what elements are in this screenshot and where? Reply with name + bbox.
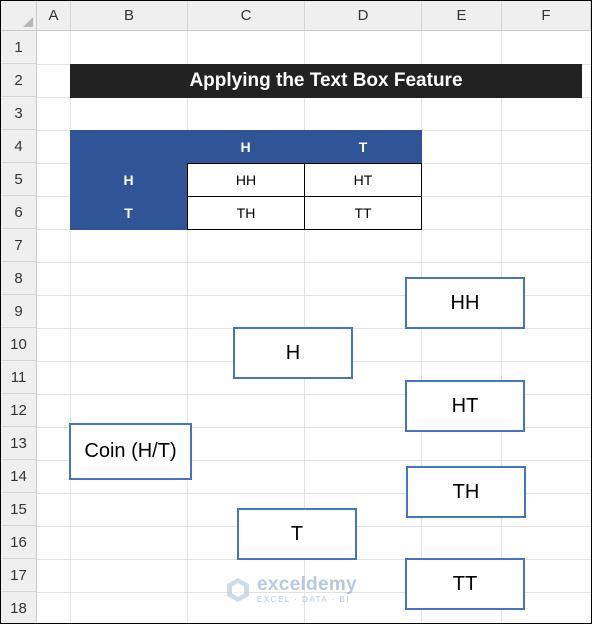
text-box-hh[interactable]: HH: [405, 277, 525, 329]
table-row-header-h[interactable]: H: [70, 163, 187, 197]
column-header-f[interactable]: F: [502, 1, 591, 31]
watermark-tagline: EXCEL · DATA · BI: [257, 595, 350, 604]
text-box-ht[interactable]: HT: [405, 380, 525, 432]
row-header-15[interactable]: 15: [1, 493, 37, 526]
row-header-18[interactable]: 18: [1, 592, 37, 623]
row-header-13[interactable]: 13: [1, 427, 37, 460]
sheet-title[interactable]: Applying the Text Box Feature: [70, 64, 582, 98]
row-header-6[interactable]: 6: [1, 196, 37, 229]
table-cell-ht[interactable]: HT: [304, 163, 422, 197]
spreadsheet: A B C D E F 1 2 3 4 5 6 7 8 9 10 11 12 1…: [0, 0, 592, 624]
row-header-17[interactable]: 17: [1, 559, 37, 592]
row-header-8[interactable]: 8: [1, 262, 37, 295]
table-col-header-h[interactable]: H: [187, 130, 304, 163]
text-box-h[interactable]: H: [233, 327, 353, 379]
gridline: [187, 31, 188, 623]
row-header-16[interactable]: 16: [1, 526, 37, 559]
text-box-t[interactable]: T: [237, 508, 357, 560]
row-header-11[interactable]: 11: [1, 361, 37, 394]
column-header-e[interactable]: E: [422, 1, 502, 31]
row-header-14[interactable]: 14: [1, 460, 37, 493]
column-header-a[interactable]: A: [37, 1, 71, 31]
table-cell-tt[interactable]: TT: [304, 196, 422, 230]
watermark-name: exceldemy: [257, 574, 357, 595]
row-header-1[interactable]: 1: [1, 31, 37, 64]
column-header-c[interactable]: C: [188, 1, 305, 31]
row-header-10[interactable]: 10: [1, 328, 37, 361]
row-header-4[interactable]: 4: [1, 130, 37, 163]
select-all-corner[interactable]: [1, 1, 37, 31]
table-cell-th[interactable]: TH: [187, 196, 305, 230]
row-header-7[interactable]: 7: [1, 229, 37, 262]
table-corner-cell[interactable]: [70, 130, 187, 163]
text-box-th[interactable]: TH: [406, 466, 526, 518]
column-header-d[interactable]: D: [305, 1, 422, 31]
row-header-2[interactable]: 2: [1, 64, 37, 97]
row-header-12[interactable]: 12: [1, 394, 37, 427]
text-box-coin[interactable]: Coin (H/T): [69, 423, 192, 480]
table-col-header-t[interactable]: T: [304, 130, 422, 163]
row-header-3[interactable]: 3: [1, 97, 37, 130]
text-box-tt[interactable]: TT: [405, 558, 525, 610]
row-header-5[interactable]: 5: [1, 163, 37, 196]
gridline: [37, 262, 591, 263]
exceldemy-watermark: exceldemy EXCEL · DATA · BI: [225, 575, 357, 604]
table-row-header-t[interactable]: T: [70, 196, 187, 230]
gridline: [70, 31, 71, 623]
column-header-b[interactable]: B: [71, 1, 188, 31]
exceldemy-logo-icon: [227, 577, 249, 602]
row-header-9[interactable]: 9: [1, 295, 37, 328]
table-cell-hh[interactable]: HH: [187, 163, 305, 197]
